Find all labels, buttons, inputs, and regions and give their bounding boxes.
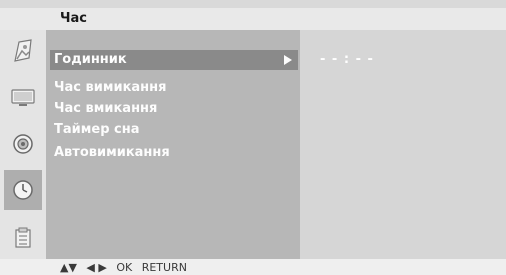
menu-item-label: Автовимикання	[54, 145, 170, 160]
menu-title: Час	[60, 11, 87, 26]
menu-panel: Годинник Час вимикання Час вмикання Тайм…	[46, 30, 300, 259]
picture-icon	[14, 39, 32, 62]
value-panel: - - : - -	[300, 30, 506, 259]
menu-item-label: Годинник	[54, 52, 127, 67]
clock-icon	[13, 180, 33, 200]
screen-icon	[11, 89, 35, 106]
title-bar: Час	[0, 8, 506, 30]
menu-item-label: Час вимикання	[54, 80, 167, 95]
return-key-label: RETURN	[141, 261, 187, 274]
osd-menu: Час Годинник Час вимикання Час вмикання …	[0, 0, 506, 275]
category-picture[interactable]	[4, 32, 42, 72]
menu-item-auto-off[interactable]: Автовимикання	[54, 143, 170, 163]
updown-arrows-icon: ▲▼	[60, 261, 77, 274]
menu-item-clock[interactable]: Годинник	[50, 50, 298, 70]
leftright-arrows-icon: ◀ ▶	[86, 261, 107, 274]
menu-item-sleep-timer[interactable]: Таймер сна	[54, 120, 139, 140]
arrow-right-icon	[284, 55, 292, 65]
clock-value: - - : - -	[320, 52, 374, 67]
sound-icon	[13, 134, 33, 154]
menu-item-on-time[interactable]: Час вмикання	[54, 99, 157, 119]
category-sound[interactable]	[4, 124, 42, 164]
category-time[interactable]	[4, 170, 42, 210]
menu-item-label: Таймер сна	[54, 122, 140, 137]
navigation-hint-bar: ▲▼ ◀ ▶ OK RETURN	[0, 259, 506, 275]
menu-item-label: Час вмикання	[54, 101, 158, 116]
ok-key-label: OK	[116, 261, 133, 274]
option-icon	[15, 227, 31, 248]
menu-item-off-time[interactable]: Час вимикання	[54, 78, 167, 98]
category-screen[interactable]	[4, 78, 42, 118]
category-option[interactable]	[4, 218, 42, 258]
category-icon-column	[0, 30, 46, 259]
